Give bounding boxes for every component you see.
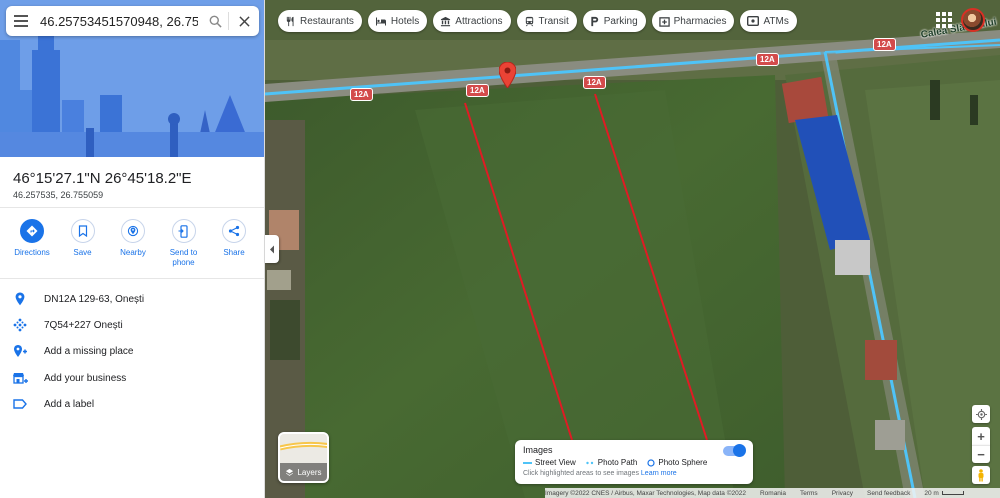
images-toggle[interactable] (723, 444, 746, 457)
photo-sphere-icon (647, 458, 655, 467)
add-place-icon (14, 345, 27, 357)
satellite-imagery (265, 0, 1000, 498)
place-subtitle: 46.257535, 26.755059 (13, 190, 104, 200)
close-icon[interactable] (229, 6, 259, 36)
pharmacy-icon (658, 16, 670, 27)
atm-icon (747, 16, 760, 26)
directions-icon (26, 225, 38, 237)
legend-photo-sphere: Photo Sphere (647, 458, 707, 467)
send-to-phone-button[interactable]: Send to phone (160, 219, 208, 268)
place-title: 46°15'27.1"N 26°45'18.2"E (13, 170, 192, 187)
add-missing-place-row[interactable]: Add a missing place (0, 339, 264, 363)
restaurant-icon (286, 16, 294, 26)
address-text: DN12A 129-63, Onești (44, 293, 145, 305)
road-shield: 12A (756, 53, 779, 66)
add-missing-place-text: Add a missing place (44, 345, 134, 357)
my-location-button[interactable] (972, 405, 990, 423)
menu-icon[interactable] (6, 6, 36, 36)
bookmark-icon (78, 225, 87, 237)
road-shield: 12A (873, 38, 896, 51)
map-canvas[interactable] (265, 0, 1000, 498)
category-chips: Restaurants Hotels Attractions Transit P… (278, 10, 797, 32)
learn-more-link[interactable]: Learn more (641, 470, 677, 477)
images-panel: Images Street View Photo Path Photo Sphe… (515, 440, 753, 484)
chip-hotels[interactable]: Hotels (367, 10, 428, 32)
add-business-text: Add your business (44, 372, 127, 384)
plus-code-text: 7Q54+227 Onești (44, 319, 123, 331)
scale-label: 20 m (924, 489, 939, 497)
attraction-icon (441, 16, 451, 26)
address-row[interactable]: DN12A 129-63, Onești (0, 287, 264, 311)
add-label-row[interactable]: Add a label (0, 392, 264, 416)
privacy-link[interactable]: Privacy (832, 490, 853, 497)
zoom-out-button[interactable]: − (972, 445, 990, 463)
chip-atms[interactable]: ATMs (740, 10, 797, 32)
chip-attractions[interactable]: Attractions (433, 10, 511, 32)
road-shield: 12A (350, 88, 373, 101)
road-shield: 12A (466, 84, 489, 97)
images-help-text: Click highlighted areas to see images (523, 470, 639, 477)
phone-icon (178, 224, 188, 238)
location-pin-marker-icon[interactable] (498, 61, 517, 93)
zoom-controls: + − (972, 405, 990, 463)
pegman-icon[interactable] (972, 466, 990, 484)
send-feedback-link[interactable]: Send feedback (867, 490, 910, 497)
action-buttons: Directions Save Nearby Send to phone Sha… (8, 219, 258, 268)
legend-photo-path: Photo Path (586, 458, 637, 467)
add-label-text: Add a label (44, 398, 95, 410)
collapse-panel-button[interactable] (265, 235, 279, 263)
terms-link[interactable]: Terms (800, 490, 818, 497)
images-legend: Street View Photo Path Photo Sphere (523, 458, 707, 467)
save-button[interactable]: Save (59, 219, 107, 268)
add-business-row[interactable]: Add your business (0, 366, 264, 390)
crosshair-icon (975, 408, 987, 420)
search-input[interactable] (36, 7, 202, 35)
nearby-icon (127, 225, 139, 237)
chip-parking[interactable]: Parking (582, 10, 646, 32)
search-box (6, 6, 259, 36)
map-footer: Imagery ©2022 CNES / Airbus, Maxar Techn… (545, 488, 1000, 498)
street-view-line-icon (523, 461, 532, 464)
parking-icon (591, 16, 598, 26)
layers-label: Layers (297, 467, 322, 477)
divider (0, 207, 264, 208)
hotel-icon (375, 17, 386, 25)
plus-code-icon (13, 318, 27, 332)
add-business-icon (12, 372, 28, 384)
label-icon (13, 399, 27, 409)
search-icon[interactable] (202, 6, 228, 36)
photo-path-icon (586, 461, 593, 464)
scale-bar (941, 491, 964, 495)
imagery-attribution: Imagery ©2022 CNES / Airbus, Maxar Techn… (545, 489, 746, 497)
chevron-left-icon (270, 245, 274, 253)
divider (0, 278, 264, 279)
google-apps-icon[interactable] (936, 12, 952, 28)
account-avatar[interactable] (961, 8, 985, 32)
directions-button[interactable]: Directions (8, 219, 56, 268)
layers-button[interactable]: Layers (278, 432, 329, 483)
location-pin-icon (15, 292, 25, 306)
images-title: Images (523, 445, 553, 455)
zoom-in-button[interactable]: + (972, 427, 990, 445)
nearby-button[interactable]: Nearby (109, 219, 157, 268)
transit-icon (525, 16, 533, 26)
share-button[interactable]: Share (210, 219, 258, 268)
scale-indicator[interactable]: 20 m (924, 489, 964, 497)
side-panel: 46°15'27.1"N 26°45'18.2"E 46.257535, 26.… (0, 0, 265, 498)
chip-pharmacies[interactable]: Pharmacies (651, 10, 735, 32)
legend-street-view: Street View (523, 458, 576, 467)
country-link[interactable]: Romania (760, 490, 786, 497)
plus-code-row[interactable]: 7Q54+227 Onești (0, 313, 264, 337)
layers-icon (286, 468, 294, 476)
chip-transit[interactable]: Transit (516, 10, 577, 32)
share-icon (228, 225, 240, 237)
road-shield: 12A (583, 76, 606, 89)
chip-restaurants[interactable]: Restaurants (278, 10, 362, 32)
